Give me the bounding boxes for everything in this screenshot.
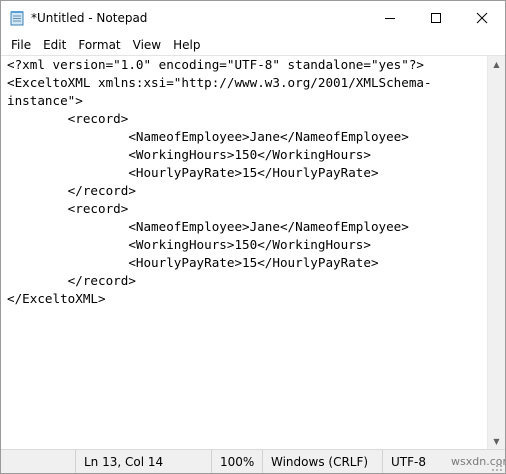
minimize-button[interactable] [367, 1, 413, 35]
close-button[interactable] [459, 1, 505, 35]
status-line-ending: Windows (CRLF) [262, 450, 379, 473]
scroll-down-arrow-icon[interactable]: ▼ [488, 433, 505, 450]
notepad-icon [10, 11, 24, 26]
editor-area: <?xml version="1.0" encoding="UTF-8" sta… [1, 55, 505, 450]
window-title: *Untitled - Notepad [31, 11, 148, 25]
editor-line: <record> [7, 111, 129, 126]
maximize-icon [431, 13, 441, 23]
scroll-up-arrow-icon[interactable]: ▲ [488, 56, 505, 73]
menu-file[interactable]: File [5, 38, 37, 52]
menu-view[interactable]: View [127, 38, 167, 52]
editor-line: <HourlyPayRate>15</HourlyPayRate> [7, 165, 379, 180]
editor-line: instance"> [7, 93, 83, 108]
menu-format[interactable]: Format [72, 38, 126, 52]
editor-line: <record> [7, 201, 129, 216]
status-zoom: 100% [211, 450, 262, 473]
editor-line: <?xml version="1.0" encoding="UTF-8" sta… [7, 57, 425, 72]
text-editor[interactable]: <?xml version="1.0" encoding="UTF-8" sta… [1, 56, 487, 450]
vertical-scrollbar[interactable]: ▲ ▼ [487, 56, 505, 450]
editor-line: <NameofEmployee>Jane</NameofEmployee> [7, 219, 409, 234]
minimize-icon [385, 18, 395, 19]
menu-bar: File Edit Format View Help [1, 35, 505, 55]
editor-line: <ExceltoXML xmlns:xsi="http://www.w3.org… [7, 75, 432, 90]
editor-line: </ExceltoXML> [7, 291, 106, 306]
editor-line: <WorkingHours>150</WorkingHours> [7, 237, 371, 252]
editor-line: </record> [7, 273, 136, 288]
editor-line: </record> [7, 183, 136, 198]
close-icon [476, 12, 488, 24]
menu-edit[interactable]: Edit [37, 38, 72, 52]
editor-line: <NameofEmployee>Jane</NameofEmployee> [7, 129, 409, 144]
status-position: Ln 13, Col 14 [75, 450, 208, 473]
status-bar: Ln 13, Col 14 100% Windows (CRLF) UTF-8 … [1, 449, 505, 473]
status-encoding: UTF-8 [382, 450, 431, 473]
maximize-button[interactable] [413, 1, 459, 35]
editor-line: <WorkingHours>150</WorkingHours> [7, 147, 371, 162]
resize-grip-icon[interactable] [491, 460, 503, 472]
title-bar[interactable]: *Untitled - Notepad [1, 1, 505, 35]
editor-line: <HourlyPayRate>15</HourlyPayRate> [7, 255, 379, 270]
menu-help[interactable]: Help [167, 38, 206, 52]
notepad-window: *Untitled - Notepad File Edit Format Vie… [0, 0, 506, 474]
